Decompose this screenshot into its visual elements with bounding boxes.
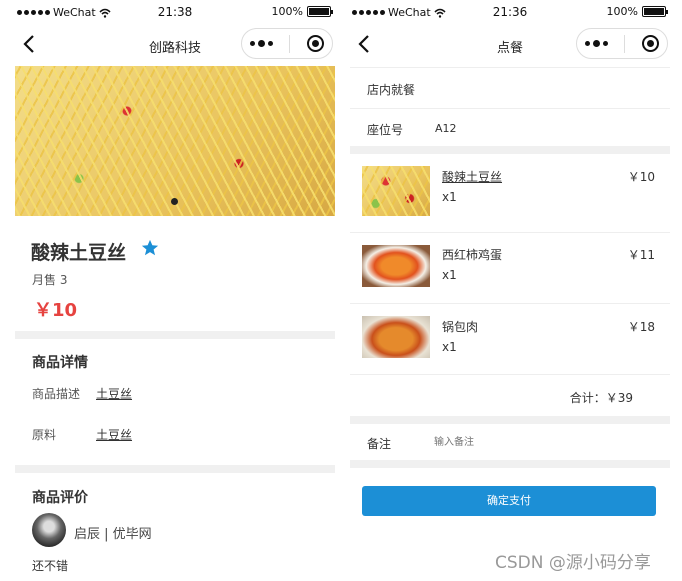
mini-program-capsule — [576, 28, 668, 59]
item-qty: x1 — [442, 268, 457, 282]
top-divider — [350, 67, 670, 68]
item-price: ￥10 — [627, 170, 655, 184]
note-label: 备注 — [367, 437, 392, 451]
section-divider — [350, 416, 670, 424]
more-dots-icon[interactable] — [585, 39, 609, 47]
avatar — [32, 513, 66, 547]
item-qty: x1 — [442, 340, 457, 354]
section-divider — [15, 331, 335, 339]
material-label: 原料 — [32, 428, 57, 442]
mini-program-capsule — [241, 28, 333, 59]
watermark: CSDN @源小码分享 — [495, 553, 651, 573]
description-value: 土豆丝 — [96, 387, 133, 401]
battery-percent: 100% — [271, 5, 303, 18]
item-thumbnail — [362, 166, 430, 216]
reviews-section-title: 商品评价 — [32, 490, 88, 506]
record-circle-icon[interactable] — [641, 35, 659, 52]
dish-name: 酸辣土豆丝 — [31, 242, 127, 264]
record-circle-icon[interactable] — [306, 35, 324, 52]
section-divider — [350, 146, 670, 154]
item-name: 锅包肉 — [442, 320, 479, 334]
review-comment: 还不错 — [32, 559, 69, 573]
details-section-title: 商品详情 — [32, 355, 88, 371]
battery-percent: 100% — [606, 5, 638, 18]
nav-bar: 点餐 — [350, 28, 670, 64]
row-divider — [350, 374, 670, 375]
battery-icon — [642, 6, 668, 17]
seat-value: A12 — [435, 122, 457, 135]
star-icon[interactable] — [141, 239, 159, 257]
carousel-indicator[interactable] — [171, 198, 178, 205]
battery-group: 100% — [606, 5, 668, 18]
monthly-sales: 月售 3 — [32, 273, 68, 287]
status-bar: WeChat 21:36 100% — [350, 0, 670, 28]
battery-group: 100% — [271, 5, 333, 18]
item-qty: x1 — [442, 190, 457, 204]
note-input[interactable] — [434, 432, 634, 452]
confirm-pay-button[interactable]: 确定支付 — [362, 486, 656, 516]
battery-icon — [307, 6, 333, 17]
section-divider — [15, 465, 335, 473]
seat-label: 座位号 — [367, 123, 404, 137]
more-dots-icon[interactable] — [250, 39, 274, 47]
capsule-divider — [624, 34, 626, 53]
item-thumbnail — [362, 245, 430, 287]
item-price: ￥11 — [627, 248, 655, 262]
dine-mode: 店内就餐 — [367, 83, 416, 97]
section-divider — [350, 460, 670, 468]
capsule-divider — [289, 34, 291, 53]
status-bar: WeChat 21:38 100% — [15, 0, 335, 28]
item-thumbnail — [362, 316, 430, 358]
row-divider — [350, 108, 670, 109]
order-screen: WeChat 21:36 100% 点餐 店内就餐 座位号 A12 酸辣土豆丝 … — [350, 0, 670, 581]
dish-price: ￥10 — [34, 300, 78, 321]
row-divider — [350, 232, 670, 233]
dish-detail-screen: WeChat 21:38 100% 创路科技 酸辣土豆丝 月售 3 ￥10 商品… — [15, 0, 335, 581]
nav-bar: 创路科技 — [15, 28, 335, 64]
reviewer-name: 启辰 | 优毕网 — [74, 527, 152, 542]
description-label: 商品描述 — [32, 387, 81, 401]
item-name: 酸辣土豆丝 — [442, 170, 503, 184]
order-total: 合计：￥39 — [569, 391, 633, 405]
row-divider — [350, 303, 670, 304]
item-price: ￥18 — [627, 320, 655, 334]
item-name: 西红柿鸡蛋 — [442, 248, 503, 262]
dish-photo — [15, 66, 335, 216]
material-value: 土豆丝 — [96, 428, 133, 442]
